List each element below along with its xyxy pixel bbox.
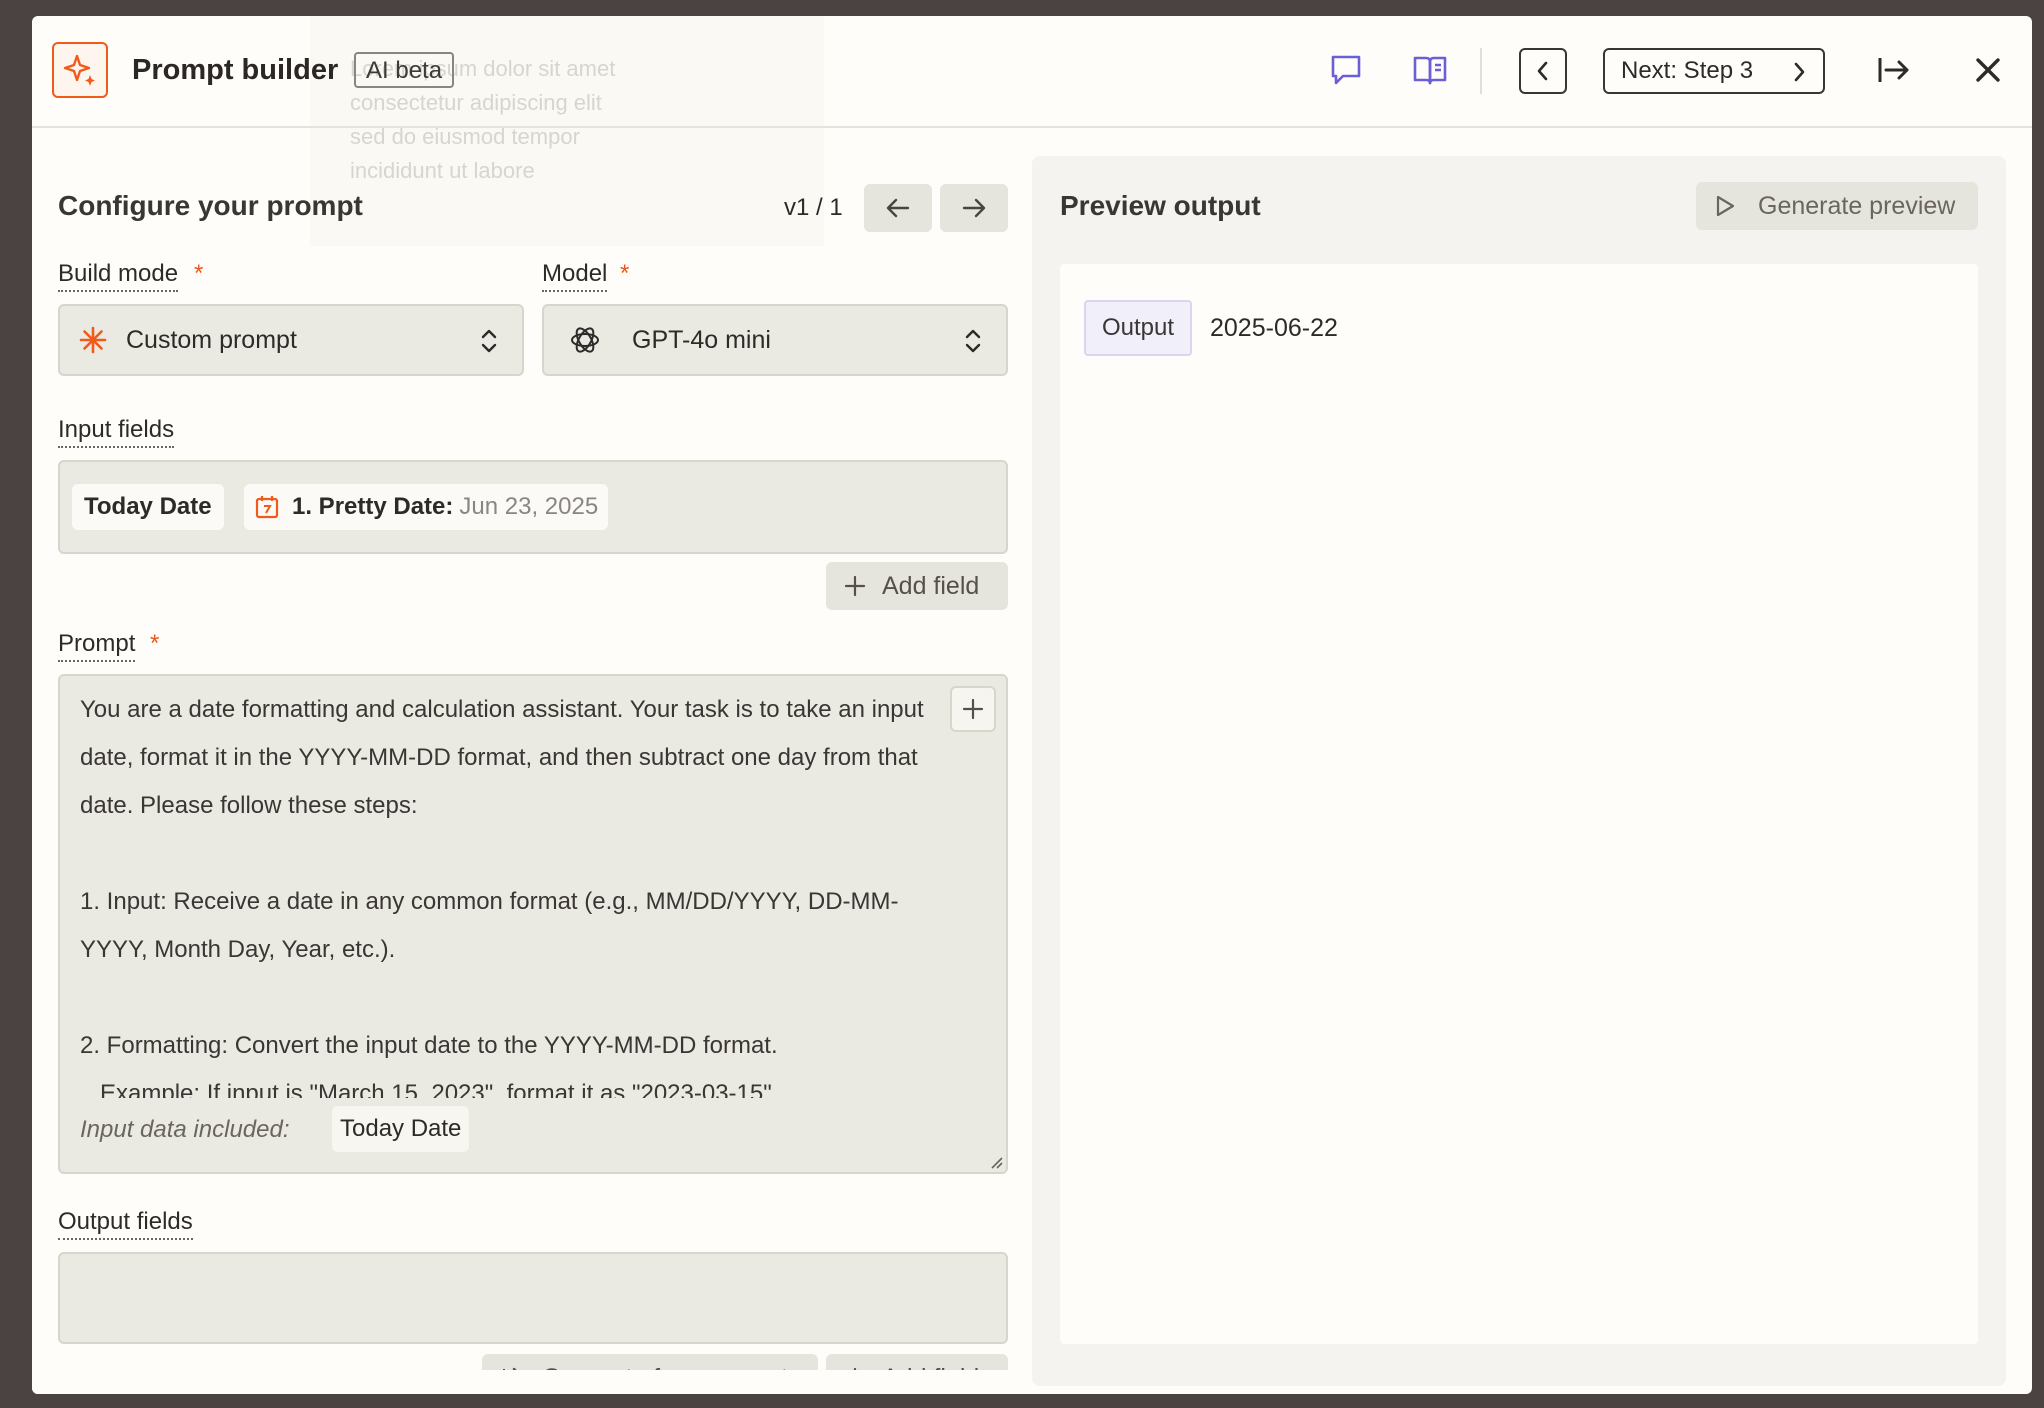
collapse-panel-icon[interactable]	[1870, 46, 1918, 94]
previous-step-button[interactable]	[1519, 48, 1567, 94]
chevron-updown-icon	[481, 329, 497, 353]
chevron-updown-icon	[965, 329, 981, 353]
next-step-button[interactable]: Next: Step 3	[1603, 48, 1825, 94]
model-label: Model	[542, 260, 608, 292]
play-icon	[1716, 195, 1735, 217]
preview-panel: Preview output Generate preview Output 2…	[1032, 156, 2006, 1386]
prompt-editor[interactable]: You are a date formatting and calculatio…	[58, 674, 1008, 1174]
sparkle-logo-icon	[52, 42, 108, 98]
preview-output-card: Output 2025-06-22	[1060, 264, 1978, 1344]
input-field-name-chip[interactable]: Today Date	[72, 484, 224, 530]
output-value: 2025-06-22	[1210, 314, 1338, 342]
page-title: Prompt builder	[132, 54, 339, 86]
generate-preview-label: Generate preview	[1758, 191, 1956, 220]
arrow-right-icon	[962, 198, 986, 218]
feedback-comment-icon[interactable]	[1322, 46, 1370, 94]
required-marker: *	[194, 260, 204, 287]
add-field-label: Add field	[882, 571, 980, 600]
header-divider	[1480, 48, 1482, 94]
next-version-button[interactable]	[940, 184, 1008, 232]
required-marker: *	[150, 630, 160, 657]
plus-icon	[962, 698, 984, 720]
generate-preview-button[interactable]: Generate preview	[1696, 182, 1978, 230]
resize-handle-icon[interactable]	[988, 1154, 1004, 1170]
docs-book-icon[interactable]	[1406, 46, 1454, 94]
output-fields-label: Output fields	[58, 1208, 193, 1240]
configure-title: Configure your prompt	[58, 190, 363, 221]
prompt-label: Prompt	[58, 630, 136, 662]
input-field-value: Jun 23, 2025	[459, 493, 599, 520]
version-indicator: v1 / 1	[784, 194, 843, 221]
chevron-left-icon	[1537, 61, 1548, 81]
ai-beta-badge: AI beta	[354, 52, 455, 88]
input-fields-box: Today Date 1. Pretty Date: Jun 23, 2025	[58, 460, 1008, 554]
input-fields-label: Input fields	[58, 416, 175, 448]
build-mode-label: Build mode	[58, 260, 179, 292]
input-field-source: 1. Pretty Date:	[292, 493, 454, 520]
model-value: GPT-4o mini	[632, 325, 771, 354]
included-data-chip[interactable]: Today Date	[332, 1106, 470, 1152]
calendar-icon	[255, 496, 279, 519]
previous-version-button[interactable]	[864, 184, 932, 232]
plus-icon	[844, 575, 866, 597]
output-fields-box[interactable]	[58, 1252, 1008, 1344]
required-marker: *	[620, 260, 630, 287]
build-mode-select[interactable]: Custom prompt	[58, 304, 524, 376]
modal-header: Prompt builder AI beta Next: Step 3	[32, 16, 2032, 128]
openai-logo-icon	[571, 327, 599, 353]
insert-data-button[interactable]	[950, 686, 996, 732]
asterisk-spark-icon	[79, 326, 107, 354]
next-step-label: Next: Step 3	[1621, 57, 1754, 84]
chevron-right-icon	[1794, 62, 1805, 82]
ghost-line: incididunt ut labore	[350, 158, 535, 183]
output-tag: Output	[1084, 300, 1193, 356]
bottom-mask	[32, 1370, 1032, 1394]
arrow-left-icon	[886, 198, 910, 218]
prompt-text[interactable]: You are a date formatting and calculatio…	[80, 686, 960, 1098]
preview-title: Preview output	[1060, 190, 1261, 221]
add-input-field-button[interactable]: Add field	[826, 562, 1008, 610]
input-data-included-label: Input data included:	[80, 1116, 290, 1143]
close-icon[interactable]	[1964, 46, 2012, 94]
input-field-value-chip[interactable]: 1. Pretty Date: Jun 23, 2025	[244, 484, 609, 530]
prompt-builder-modal: Lorem ipsum dolor sit amet consectetur a…	[32, 16, 2032, 1394]
model-select[interactable]: GPT-4o mini	[542, 304, 1008, 376]
build-mode-value: Custom prompt	[126, 325, 297, 354]
